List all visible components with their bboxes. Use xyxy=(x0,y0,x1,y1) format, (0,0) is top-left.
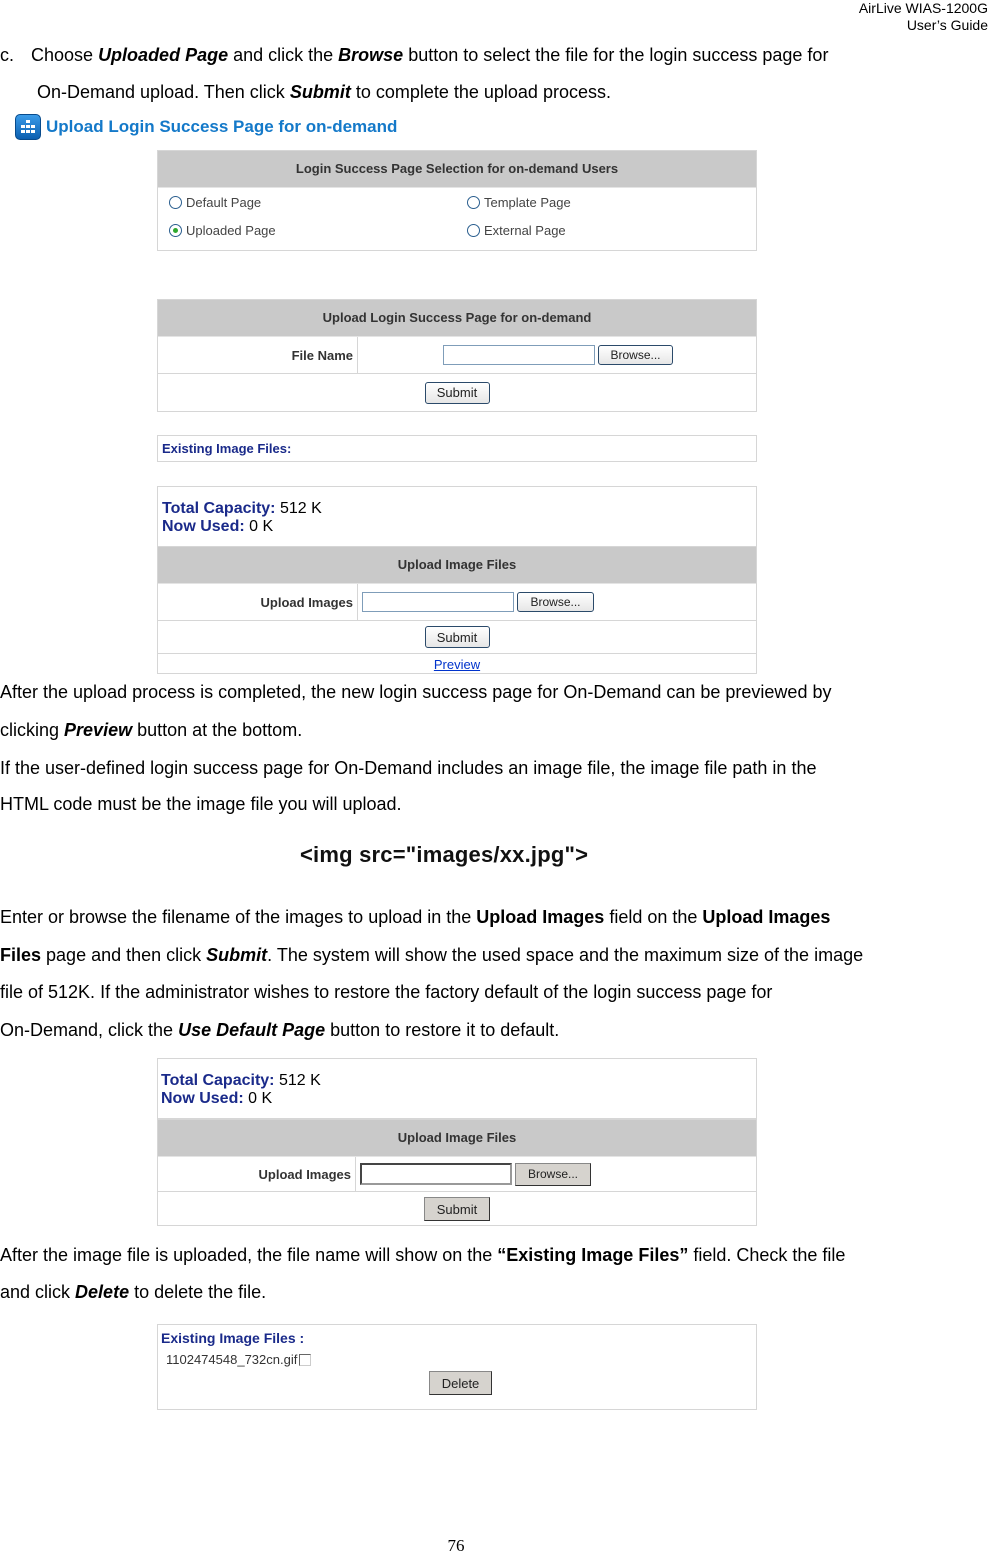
total-capacity: Total Capacity: 512 K xyxy=(161,1072,321,1089)
file-name-input[interactable] xyxy=(443,345,595,365)
submit-images-button[interactable]: Submit xyxy=(424,626,490,648)
radio-circle-icon xyxy=(467,195,480,209)
para-upload-line4: On-Demand, click the Use Default Page bu… xyxy=(0,1020,560,1040)
browse-images-button[interactable]: Browse... xyxy=(517,592,594,612)
delete-file-checkbox[interactable] xyxy=(299,1353,312,1366)
para-delete-line2: and click Delete to delete the file. xyxy=(0,1282,267,1302)
upload-images-input[interactable] xyxy=(360,1163,512,1185)
browse-images-button[interactable]: Browse... xyxy=(515,1162,591,1186)
module-grid-icon xyxy=(15,114,41,140)
file-name-label: File Name xyxy=(158,337,358,373)
radio-circle-icon xyxy=(169,195,182,209)
radio-template-page[interactable]: Template Page xyxy=(467,195,571,210)
upload-image-header: Upload Image Files xyxy=(158,1120,756,1157)
upload-images-label: Upload Images xyxy=(158,1157,356,1191)
existing-image-files-section: Existing Image Files: xyxy=(157,435,757,462)
now-used: Now Used: 0 K xyxy=(161,1090,273,1107)
total-capacity: Total Capacity: 512 K xyxy=(162,500,322,517)
radio-circle-icon xyxy=(467,223,480,237)
step-c-line1: c. Choose Uploaded Page and click the Bro… xyxy=(0,45,829,65)
para-preview-line2: clicking Preview button at the bottom. xyxy=(0,720,303,740)
para-image-path-line1: If the user-defined login success page f… xyxy=(0,758,817,778)
upload-images-input[interactable] xyxy=(362,592,514,612)
upload-image-header: Upload Image Files xyxy=(158,547,756,584)
code-sample: <img src="images/xx.jpg"> xyxy=(300,842,589,867)
submit-images-button[interactable]: Submit xyxy=(424,1197,490,1221)
upload-page-title: Upload Login Success Page for on-demand xyxy=(15,114,397,140)
para-image-path-line2: HTML code must be the image file you wil… xyxy=(0,794,402,814)
existing-file-item: 1102474548_732cn.gif xyxy=(161,1352,756,1367)
upload-page-table: Upload Login Success Page for on-demand … xyxy=(157,299,757,412)
existing-files-table: Existing Image Files : 1102474548_732cn.… xyxy=(157,1324,757,1410)
upload-images-label: Upload Images xyxy=(158,584,358,620)
para-preview-line1: After the upload process is completed, t… xyxy=(0,682,832,702)
para-upload-line1: Enter or browse the filename of the imag… xyxy=(0,907,831,927)
document-header: AirLive WIAS-1200G User’s Guide xyxy=(859,0,988,34)
existing-files-label: Existing Image Files : xyxy=(161,1330,305,1346)
step-c-line2: On-Demand upload. Then click Submit to c… xyxy=(37,82,611,102)
delete-button[interactable]: Delete xyxy=(429,1371,492,1395)
para-delete-line1: After the image file is uploaded, the fi… xyxy=(0,1245,846,1265)
preview-link[interactable]: Preview xyxy=(434,657,480,672)
now-used: Now Used: 0 K xyxy=(162,518,274,535)
para-upload-line3: file of 512K. If the administrator wishe… xyxy=(0,982,773,1002)
submit-button[interactable]: Submit xyxy=(424,381,490,404)
header-guide: User’s Guide xyxy=(906,17,988,33)
browse-button[interactable]: Browse... xyxy=(598,345,673,365)
para-upload-line2: Files page and then click Submit. The sy… xyxy=(0,945,864,965)
radio-uploaded-page[interactable]: Uploaded Page xyxy=(169,223,467,238)
radio-external-page[interactable]: External Page xyxy=(467,223,566,238)
upload-page-header: Upload Login Success Page for on-demand xyxy=(158,300,756,337)
radio-checked-icon xyxy=(169,223,182,237)
header-product: AirLive WIAS-1200G xyxy=(858,0,988,16)
upload-image-table-2: Total Capacity: 512 K Now Used: 0 K Uplo… xyxy=(157,1058,757,1226)
radio-default-page[interactable]: Default Page xyxy=(169,195,467,210)
page-number: 76 xyxy=(447,1536,465,1555)
upload-image-table: Total Capacity: 512 K Now Used: 0 K Uplo… xyxy=(157,486,757,674)
selection-header: Login Success Page Selection for on-dema… xyxy=(158,151,756,188)
existing-file-name: 1102474548_732cn.gif xyxy=(166,1352,298,1367)
selection-table: Login Success Page Selection for on-dema… xyxy=(157,150,757,251)
